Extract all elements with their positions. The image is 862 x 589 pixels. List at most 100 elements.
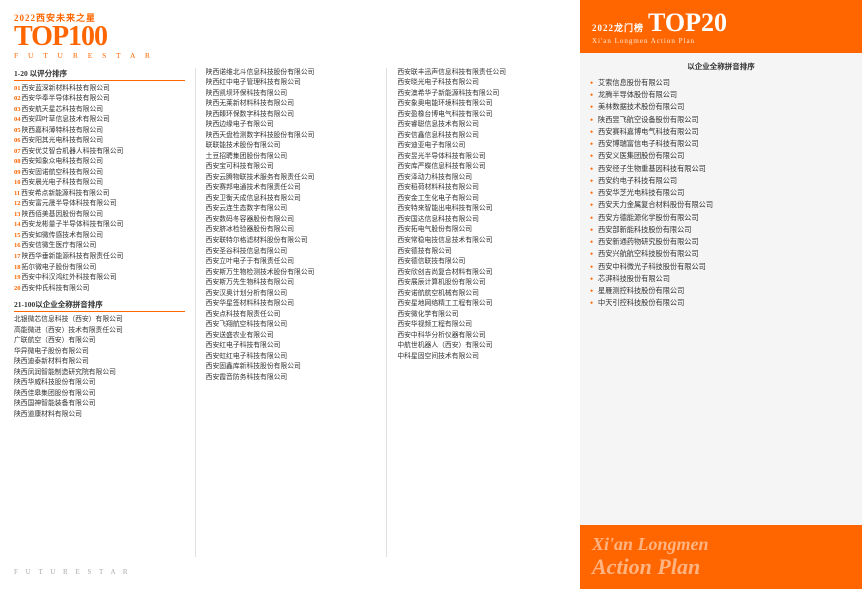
list-item: 陕西天盘检测数字科技股份有限公司 <box>206 131 377 142</box>
list-item: 西安霞音防务科技有限公司 <box>206 373 377 384</box>
right-list-item: 西安华芝光电科技有限公司 <box>590 187 852 199</box>
list-item: 西安德技有限公司 <box>397 247 568 258</box>
list-item: 西安睿聪信息技术有限公司 <box>397 120 568 131</box>
col2: 陕西诺维北斗信息科技股份有限公司陕西红中电子管理科技有限公司陕西凯坝环保科技有限… <box>206 68 377 558</box>
list-item: 西安象奥电能环境科技有限公司 <box>397 99 568 110</box>
top20-label: TOP20 <box>648 10 727 36</box>
list-item: 01西安蓝深新材料科技有限公司 <box>14 84 185 95</box>
footer-text-line2: Action Plan <box>592 555 700 579</box>
list-item: 07西安优艾智合机器人科技有限公司 <box>14 147 185 158</box>
list-item: 西安澳希华子新能源科技有限公司 <box>397 89 568 100</box>
list-item: 西安联特尔格滤材料股份有限公司 <box>206 236 377 247</box>
col1-items: 01西安蓝深新材料科技有限公司02西安华奉半导体科技有限公司03西安航天星芯科技… <box>14 84 185 295</box>
list-item: 西安送盛农业有限公司 <box>206 331 377 342</box>
list-item: 西安展辰计算机股份有限公司 <box>397 278 568 289</box>
list-item: 西安宝可科技有限公司 <box>206 162 377 173</box>
list-item: 17陕西华垂新能源科技有限责任公司 <box>14 252 185 263</box>
left-header: 2022西安未来之星 TOP100 F U T U R E S T A R <box>14 14 568 60</box>
list-item: 西安特来智能出电科技有限公司 <box>397 204 568 215</box>
list-item: 西安微化学有限公司 <box>397 310 568 321</box>
list-item: 高能微进（西安）技术有限责任公司 <box>14 326 185 337</box>
section-title-2: 21-100以企业全称拼音排序 <box>14 299 185 312</box>
list-item: 西安昱光半导体科技有限公司 <box>397 152 568 163</box>
list-item: 西安拓电气股份有限公司 <box>397 225 568 236</box>
right-list-item: 西安天力金属复合材料股份有限公司 <box>590 199 852 211</box>
list-item: 12西安富元晟半导体科技有限公司 <box>14 199 185 210</box>
right-list-item: 西安新通药物研究股份有限公司 <box>590 236 852 248</box>
list-item: 西安诺航航空机械有限公司 <box>397 289 568 300</box>
list-item: 05陕西嘉科薄特科技有限公司 <box>14 126 185 137</box>
list-item: 西安卫衡天成信息科技有限公司 <box>206 194 377 205</box>
right-list-item: 西安部新能科技股份有限公司 <box>590 224 852 236</box>
list-item: 西安稻荷材料科技有限公司 <box>397 183 568 194</box>
list-item: 西安红电子科技有限公司 <box>206 341 377 352</box>
list-item: 陕西边缘电子有限公司 <box>206 120 377 131</box>
list-item: 18拓尔微电子股份有限公司 <box>14 263 185 274</box>
top100-sub: F U T U R E S T A R <box>14 52 154 60</box>
right-items: 艾索信息股份有限公司龙腾半导体股份有限公司美林数据技术股份有限公司陕西昱飞航空设… <box>590 77 852 309</box>
list-item: 西安云连生态数字有限公司 <box>206 204 377 215</box>
list-item: 西安汉奥计划分析有限公司 <box>206 289 377 300</box>
list-item: 西安信鑫信息科技有限公司 <box>397 131 568 142</box>
right-list-item: 美林数据技术股份有限公司 <box>590 101 852 113</box>
right-list-item: 艾索信息股份有限公司 <box>590 77 852 89</box>
right-list-item: 陕西昱飞航空设备股份有限公司 <box>590 114 852 126</box>
list-item: 陕西华威科技股份有限公司 <box>14 378 185 389</box>
list-item: 陕西凯坝环保科技有限公司 <box>206 89 377 100</box>
list-item: 西安点科技有限责任公司 <box>206 310 377 321</box>
right-list-item: 芯湃科技股份有限公司 <box>590 273 852 285</box>
left-title-block: 2022西安未来之星 TOP100 F U T U R E S T A R <box>14 14 154 60</box>
list-item: 西安常稳电技信息技术有限公司 <box>397 236 568 247</box>
list-item: 15西安如微传感技术有限公司 <box>14 231 185 242</box>
list-item: 西安盈橡台博电气科技有限公司 <box>397 110 568 121</box>
list-item: 陕西无莱新材料科技有限公司 <box>206 99 377 110</box>
list-item: 北银微芯信息科技（西安）有限公司 <box>14 315 185 326</box>
list-item: 03西安航天星芯科技有限公司 <box>14 105 185 116</box>
list-item: 陕西迪泰新材料有限公司 <box>14 357 185 368</box>
list-item: 西安固鑫库新科技股份有限公司 <box>206 362 377 373</box>
list-item: 西安赛邦电通技术有限责任公司 <box>206 183 377 194</box>
list-item: 中科星固空间技术有限公司 <box>397 352 568 363</box>
col3-items: 西安联丰迅声信息科技有限责任公司西安晓光电子科技有限公司西安澳希华子新能源科技有… <box>397 68 568 363</box>
list-item: 陕西凤润智能制造研究院有限公司 <box>14 368 185 379</box>
list-item: 西安迪亚电子有限公司 <box>397 141 568 152</box>
col2-items: 陕西诺维北斗信息科技股份有限公司陕西红中电子管理科技有限公司陕西凯坝环保科技有限… <box>206 68 377 384</box>
right-list-item: 西安博瑞富信电子科技有限公司 <box>590 138 852 150</box>
list-item: 陕西佳皋集团股份有限公司 <box>14 389 185 400</box>
right-footer: Xi'an Longmen Action Plan <box>580 525 862 589</box>
left-content: 1-20 以评分排序 01西安蓝深新材料科技有限公司02西安华奉半导体科技有限公… <box>14 68 568 558</box>
section-title-1: 1-20 以评分排序 <box>14 68 185 81</box>
list-item: 西安金工生化电子有限公司 <box>397 194 568 205</box>
list-item: 西安泽动力科技有限公司 <box>397 173 568 184</box>
list-item: 西安飞翔航空科技有限公司 <box>206 320 377 331</box>
list-item: 02西安华奉半导体科技有限公司 <box>14 94 185 105</box>
list-item: 陕西道康材料有限公司 <box>14 410 185 421</box>
list-item: 西安数码冬容器股份有限公司 <box>206 215 377 226</box>
list-item: 08西安知象众电科技有限公司 <box>14 157 185 168</box>
list-item: 西安晓光电子科技有限公司 <box>397 78 568 89</box>
list-item: 陕西诺维北斗信息科技股份有限公司 <box>206 68 377 79</box>
list-item: 西安立叶电子于有限责任公司 <box>206 257 377 268</box>
list-item: 土豆招聘集团股份有限公司 <box>206 152 377 163</box>
list-item: 04西安四叶草信息技术有限公司 <box>14 115 185 126</box>
right-list-item: 西安径子生物重基因科技有限公司 <box>590 163 852 175</box>
list-item: 陕西国神智能装备有限公司 <box>14 399 185 410</box>
list-item: 广联航空（西安）有限公司 <box>14 336 185 347</box>
list-item: 19西安中科汉鸿红外科技有限公司 <box>14 273 185 284</box>
left-panel: 2022西安未来之星 TOP100 F U T U R E S T A R 1-… <box>0 0 580 589</box>
list-item: 陕西臻环保数字科技有限公司 <box>206 110 377 121</box>
list-item: 西安国达信息科技有限公司 <box>397 215 568 226</box>
right-section-title: 以企业全称拼音排序 <box>590 61 852 72</box>
list-item: 华异微电子股份有限公司 <box>14 347 185 358</box>
right-list-item: 西安方德能源化学股份有限公司 <box>590 212 852 224</box>
list-item: 陕西红中电子管理科技有限公司 <box>206 78 377 89</box>
right-header: 2022龙门榜 TOP20 Xi'an Longmen Action Plan <box>580 0 862 53</box>
right-list-item: 西安中科微光子科技股份有限公司 <box>590 261 852 273</box>
list-item: 西安华星签材料科技有限公司 <box>206 299 377 310</box>
list-item: 10西安晨光电子科技有限公司 <box>14 178 185 189</box>
right-list-item: 西安义医集团股份有限公司 <box>590 150 852 162</box>
right-list-item: 西安赛科嘉博电气科技有限公司 <box>590 126 852 138</box>
col-divider-2 <box>386 68 387 558</box>
list-item: 西安斯万生物检测技术股份有限公司 <box>206 268 377 279</box>
list-item: 中航世机器人（西安）有限公司 <box>397 341 568 352</box>
